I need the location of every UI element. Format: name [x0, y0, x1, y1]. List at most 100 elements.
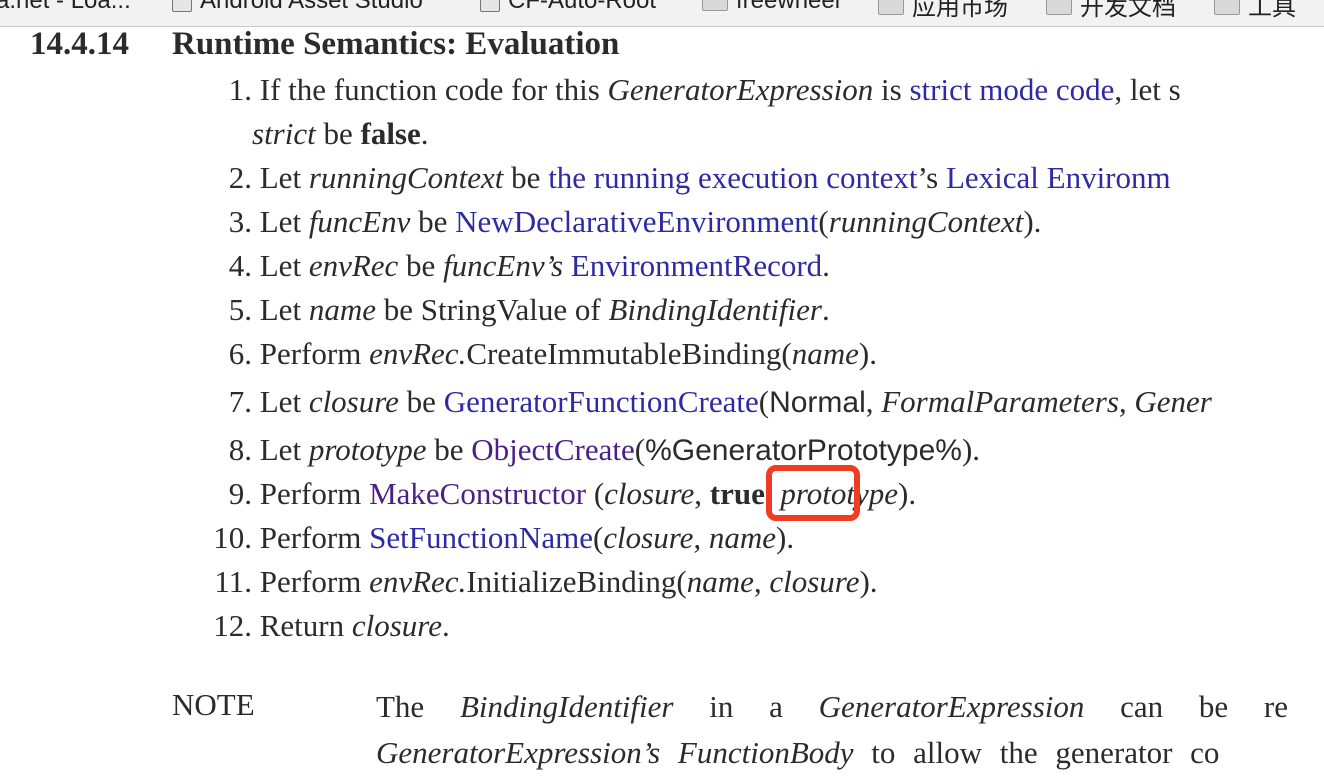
step-number: 2. — [228, 160, 252, 195]
step-3: 3. Let funcEnv be NewDeclarativeEnvironm… — [200, 204, 1042, 240]
value-false: false — [360, 116, 421, 151]
step-text: CreateImmutableBinding( — [466, 336, 792, 371]
section-number: 14.4.14 — [30, 26, 129, 62]
bookmark-item[interactable]: a.net - Loa... — [0, 0, 131, 15]
bookmark-label: 应用市场 — [912, 0, 1008, 21]
var-running-context: runningContext — [828, 204, 1024, 239]
step-text: be — [315, 116, 361, 151]
step-number: 1. — [228, 72, 252, 107]
value-true: true — [709, 476, 765, 511]
bookmark-label: 开发文档 — [1080, 0, 1176, 21]
var-strict: strict — [252, 116, 316, 151]
step-number: 12. — [213, 608, 252, 643]
step-text: Return — [259, 608, 352, 643]
link-strict-mode-code[interactable]: strict mode code — [909, 72, 1114, 107]
folder-icon — [702, 0, 728, 11]
step-text: Perform — [259, 564, 370, 599]
bookmark-item[interactable]: 工具 — [1214, 0, 1296, 22]
step-number: 8. — [228, 432, 252, 467]
step-text: ). — [776, 520, 795, 555]
step-text: ). — [859, 564, 878, 599]
var-func-env: funcEnv — [308, 204, 411, 239]
step-number: 7. — [228, 384, 252, 419]
page-icon — [480, 0, 500, 12]
link-lexical-environment[interactable]: Lexical Environm — [946, 160, 1171, 195]
link-set-function-name[interactable]: SetFunctionName — [369, 520, 593, 555]
step-text: be — [398, 248, 444, 283]
step-text: Let — [259, 384, 309, 419]
step-text: ). — [1023, 204, 1042, 239]
step-1: 1. If the function code for this Generat… — [200, 72, 1181, 108]
bookmark-label: 工具 — [1248, 0, 1296, 21]
step-text: , — [764, 476, 781, 511]
var-env-rec: envRec. — [369, 336, 467, 371]
section-title: Runtime Semantics: Evaluation — [172, 26, 620, 62]
link-new-declarative-environment[interactable]: NewDeclarativeEnvironment — [455, 204, 818, 239]
step-number: 5. — [228, 292, 252, 327]
bookmark-label: a.net - Loa... — [0, 0, 131, 14]
step-11: 11. Perform envRec.InitializeBinding(nam… — [200, 564, 878, 600]
link-running-execution-context[interactable]: the running execution context — [548, 160, 917, 195]
bookmark-item[interactable]: freewheel — [702, 0, 840, 15]
bookmark-item[interactable]: Android Asset Studio — [172, 0, 423, 15]
step-number: 6. — [228, 336, 252, 371]
step-text: Let — [259, 204, 309, 239]
var-prototype: prototype — [780, 476, 899, 511]
var-env-rec: envRec — [308, 248, 399, 283]
step-text: , let s — [1114, 72, 1181, 107]
step-text: InitializeBinding( — [466, 564, 687, 599]
step-number: 4. — [228, 248, 252, 283]
term-generator-expression: GeneratorExpression — [607, 72, 874, 107]
step-text: ). — [858, 336, 877, 371]
step-text: Let — [259, 432, 309, 467]
link-make-constructor[interactable]: MakeConstructor — [369, 476, 586, 511]
bookmarks-bar: a.net - Loa... Android Asset Studio CF-A… — [0, 0, 1324, 27]
step-4: 4. Let envRec be funcEnv’s EnvironmentRe… — [200, 248, 830, 284]
step-text: , — [694, 476, 710, 511]
note-body-line-1: The BindingIdentifier in a GeneratorExpr… — [376, 689, 1288, 725]
step-text: be — [426, 432, 472, 467]
step-text: Perform — [259, 476, 370, 511]
step-5: 5. Let name be StringValue of BindingIde… — [200, 292, 830, 328]
bookmark-label: freewheel — [736, 0, 841, 14]
step-text: Let — [259, 248, 309, 283]
step-number: 10. — [213, 520, 252, 555]
intrinsic-generator-prototype: %GeneratorPrototype% — [645, 434, 962, 467]
step-9: 9. Perform MakeConstructor (closure, tru… — [200, 476, 916, 512]
var-closure: closure — [604, 476, 695, 511]
bookmark-item[interactable]: 应用市场 — [878, 0, 1008, 22]
link-environment-record[interactable]: EnvironmentRecord — [571, 248, 822, 283]
note-text: in a — [673, 689, 819, 724]
step-6: 6. Perform envRec.CreateImmutableBinding… — [200, 336, 877, 372]
step-text: ( — [634, 432, 646, 467]
step-number: 11. — [214, 564, 252, 599]
step-1-continuation: strict be false. — [252, 116, 429, 152]
step-text: , — [865, 384, 882, 419]
var-closure-name: closure, name — [603, 520, 777, 555]
note-label: NOTE — [172, 687, 255, 722]
bookmark-item[interactable]: CF-Auto-Root — [480, 0, 656, 15]
step-7: 7. Let closure be GeneratorFunctionCreat… — [200, 384, 1212, 421]
folder-icon — [878, 0, 904, 15]
step-text: If the function code for this — [259, 72, 608, 107]
step-text: . — [441, 608, 450, 643]
term-formal-parameters: FormalParameters, Gener — [881, 384, 1212, 419]
link-generator-function-create[interactable]: GeneratorFunctionCreate — [444, 384, 759, 419]
value-normal: Normal — [769, 386, 866, 419]
term-function-body: GeneratorExpression’s FunctionBody — [376, 735, 854, 770]
var-running-context: runningContext — [308, 160, 504, 195]
page-icon — [172, 0, 192, 12]
term-binding-identifier: BindingIdentifier — [459, 689, 674, 724]
var-func-env: funcEnv’s — [443, 248, 564, 283]
bookmark-item[interactable]: 开发文档 — [1046, 0, 1176, 22]
folder-icon — [1214, 0, 1240, 15]
var-env-rec: envRec. — [369, 564, 467, 599]
step-2: 2. Let runningContext be the running exe… — [200, 160, 1171, 196]
step-number: 3. — [228, 204, 252, 239]
var-closure: closure — [351, 608, 442, 643]
step-text: ( — [818, 204, 829, 239]
step-text: . — [822, 248, 830, 283]
link-object-create[interactable]: ObjectCreate — [471, 432, 635, 467]
var-name: name — [791, 336, 859, 371]
var-prototype: prototype — [308, 432, 427, 467]
